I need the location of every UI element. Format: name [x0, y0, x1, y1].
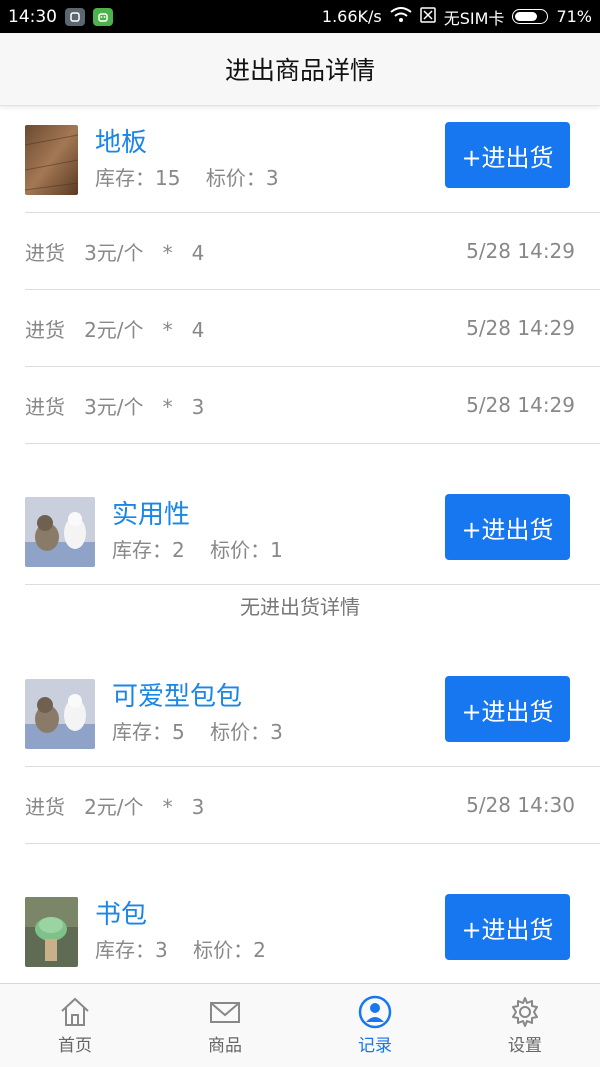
stock-record[interactable]: 进货 2元/个 * 3 5/28 14:30	[25, 767, 600, 844]
nav-item-settings[interactable]: 设置	[450, 984, 600, 1067]
nav-label: 记录	[358, 1036, 392, 1056]
battery-fill	[515, 12, 537, 21]
status-bar: 14:30 1.66K/s 无SIM卡 71%	[0, 0, 600, 33]
nav-item-records[interactable]: 记录	[300, 984, 450, 1067]
no-sim-icon	[420, 6, 436, 27]
product-meta: 库存：15 标价：3	[95, 166, 279, 190]
app-notification-icon	[65, 7, 85, 26]
nav-item-home[interactable]: 首页	[0, 984, 150, 1067]
record-desc: 进货 2元/个 * 4	[25, 317, 205, 342]
stock-io-button[interactable]: +进出货	[445, 122, 570, 188]
stock-record[interactable]: 进货 3元/个 * 4 5/28 14:29	[25, 213, 600, 290]
user-icon	[358, 995, 392, 1029]
product-name[interactable]: 书包	[95, 894, 147, 931]
page-header: 进出商品详情	[0, 33, 600, 106]
stock-io-button[interactable]: +进出货	[445, 894, 570, 960]
nav-label: 设置	[508, 1036, 542, 1056]
nav-item-products[interactable]: 商品	[150, 984, 300, 1067]
bottom-nav: 首页 商品 记录 设置	[0, 983, 600, 1067]
android-notification-icon	[93, 7, 113, 26]
mail-icon	[210, 1002, 240, 1023]
empty-records-text: 无进出货详情	[240, 594, 360, 619]
product-card: 实用性 库存：2 标价：1 +进出货 无进出货详情	[25, 478, 600, 625]
nav-label: 商品	[208, 1036, 242, 1056]
record-time: 5/28 14:29	[466, 316, 575, 340]
product-meta: 库存：5 标价：3	[112, 720, 283, 744]
battery-icon	[512, 9, 549, 24]
record-desc: 进货 3元/个 * 3	[25, 394, 205, 419]
gear-icon	[512, 997, 538, 1027]
product-card: 书包 库存：3 标价：2 +进出货	[25, 878, 600, 983]
wifi-icon	[390, 6, 412, 27]
stock-io-button[interactable]: +进出货	[445, 494, 570, 560]
product-thumbnail[interactable]	[25, 125, 78, 195]
record-time: 5/28 14:29	[466, 393, 575, 417]
app-screen: 14:30 1.66K/s 无SIM卡 71% 进出商品详情 地板 库存：15 …	[0, 0, 600, 1067]
sim-status: 无SIM卡	[443, 8, 505, 28]
record-desc: 进货 2元/个 * 3	[25, 794, 205, 819]
product-header: 地板 库存：15 标价：3 +进出货	[25, 106, 600, 213]
product-thumbnail[interactable]	[25, 897, 78, 967]
stock-record[interactable]: 进货 2元/个 * 4 5/28 14:29	[25, 290, 600, 367]
stock-io-button[interactable]: +进出货	[445, 676, 570, 742]
stock-record[interactable]: 进货 3元/个 * 3 5/28 14:29	[25, 367, 600, 444]
product-header: 书包 库存：3 标价：2 +进出货	[25, 878, 600, 983]
product-list[interactable]: 地板 库存：15 标价：3 +进出货 进货 3元/个 * 4 5/28 14:2…	[0, 106, 600, 983]
network-speed: 1.66K/s	[321, 7, 382, 26]
status-time: 14:30	[8, 6, 57, 27]
record-time: 5/28 14:29	[466, 239, 575, 263]
product-header: 可爱型包包 库存：5 标价：3 +进出货	[25, 660, 600, 767]
product-thumbnail[interactable]	[25, 679, 95, 749]
page-title: 进出商品详情	[224, 56, 375, 85]
product-meta: 库存：2 标价：1	[112, 538, 283, 562]
product-name[interactable]: 可爱型包包	[112, 676, 242, 713]
product-header: 实用性 库存：2 标价：1 +进出货	[25, 478, 600, 585]
product-meta: 库存：3 标价：2	[95, 938, 266, 962]
product-card: 可爱型包包 库存：5 标价：3 +进出货 进货 2元/个 * 3 5/28 14…	[25, 660, 600, 844]
nav-label: 首页	[58, 1036, 92, 1056]
record-time: 5/28 14:30	[466, 793, 575, 817]
product-name[interactable]: 实用性	[112, 494, 190, 531]
product-thumbnail[interactable]	[25, 497, 95, 567]
product-name[interactable]: 地板	[95, 122, 147, 159]
product-card: 地板 库存：15 标价：3 +进出货 进货 3元/个 * 4 5/28 14:2…	[25, 106, 600, 444]
record-desc: 进货 3元/个 * 4	[25, 240, 205, 265]
battery-percent: 71%	[556, 7, 592, 26]
home-icon	[61, 997, 89, 1026]
